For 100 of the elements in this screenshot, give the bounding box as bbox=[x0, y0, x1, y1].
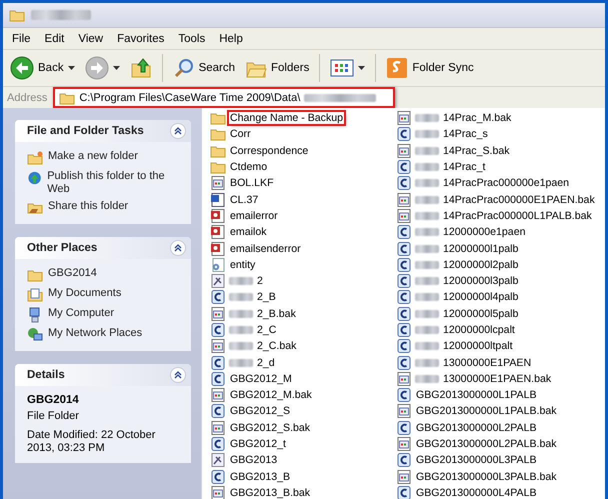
file-name[interactable]: 12000000e1paen bbox=[442, 226, 526, 238]
file-name[interactable]: 13000000E1PAEN.bak bbox=[442, 372, 552, 385]
file-name[interactable]: 14Prac_t bbox=[442, 161, 486, 174]
new-folder-icon bbox=[27, 150, 43, 166]
file-name[interactable]: GBG2012_t bbox=[229, 438, 287, 450]
file-name[interactable]: CL.37 bbox=[229, 194, 260, 206]
file-name[interactable]: GBG2013_B.bak bbox=[229, 486, 312, 499]
caret-icon bbox=[112, 66, 120, 70]
documents-folder-icon bbox=[27, 287, 43, 303]
file-name[interactable]: GBG2013000000L2PALB bbox=[415, 422, 538, 434]
file-name[interactable]: entity bbox=[229, 258, 256, 271]
file-name[interactable]: emailsenderror bbox=[229, 242, 302, 255]
c-file-icon bbox=[210, 468, 226, 485]
sync-button[interactable]: Folder Sync bbox=[383, 55, 477, 81]
file-name[interactable]: 14PracPrac000000e1paen bbox=[442, 177, 570, 190]
c-file-icon bbox=[210, 354, 226, 371]
file-name[interactable]: 12000000l1palb bbox=[442, 242, 520, 255]
task-link[interactable]: My Documents bbox=[27, 287, 183, 303]
c-file-icon bbox=[396, 159, 412, 176]
picture-file-icon bbox=[210, 224, 226, 240]
back-button[interactable]: Back bbox=[7, 54, 78, 82]
file-name[interactable]: Correspondence bbox=[229, 144, 310, 157]
c-file-icon bbox=[210, 436, 226, 452]
task-link[interactable]: GBG2014 bbox=[27, 267, 183, 283]
file-name[interactable]: 12000000lcpalt bbox=[442, 324, 516, 336]
collapse-button[interactable] bbox=[170, 367, 186, 383]
globe-icon bbox=[27, 170, 42, 186]
file-name[interactable]: emailerror bbox=[229, 210, 279, 222]
task-link[interactable]: My Computer bbox=[27, 307, 183, 323]
task-link[interactable]: Publish this folder to the Web bbox=[27, 170, 183, 196]
file-name[interactable]: emailok bbox=[229, 226, 268, 238]
c-file-icon bbox=[396, 240, 412, 257]
menu-item[interactable]: Favorites bbox=[110, 30, 172, 46]
file-name[interactable]: 12000000l4palb bbox=[442, 291, 520, 304]
file-name[interactable]: 14PracPrac000000E1PAEN.bak bbox=[442, 194, 596, 206]
word-document-icon bbox=[210, 192, 226, 208]
c-file-icon bbox=[396, 126, 412, 142]
file-name[interactable]: GBG2013000000L2PALB.bak bbox=[415, 438, 558, 450]
folders-button[interactable]: Folders bbox=[242, 55, 312, 81]
collapse-button[interactable] bbox=[170, 123, 186, 139]
task-link[interactable]: My Network Places bbox=[27, 327, 183, 343]
file-name[interactable]: GBG2012_S bbox=[229, 405, 292, 418]
file-name[interactable]: 2_C.bak bbox=[256, 340, 298, 352]
address-field[interactable]: C:\Program Files\CaseWare Time 2009\Data\ bbox=[53, 87, 396, 108]
file-name[interactable]: 14Prac_s bbox=[442, 128, 489, 140]
search-button[interactable]: Search bbox=[170, 55, 238, 81]
file-name[interactable]: GBG2013 bbox=[229, 454, 278, 466]
file-name[interactable]: GBG2013000000L4PALB bbox=[415, 486, 538, 499]
file-name[interactable]: 2 bbox=[256, 275, 264, 288]
file-name[interactable]: 13000000E1PAEN bbox=[442, 356, 532, 369]
file-name[interactable]: 2_C bbox=[256, 324, 278, 336]
file-name[interactable]: 14PracPrac000000L1PALB.bak bbox=[442, 210, 593, 222]
menu-item[interactable]: File bbox=[5, 30, 38, 46]
file-name[interactable]: 2_B.bak bbox=[256, 308, 297, 320]
collapse-chevron-icon bbox=[174, 371, 182, 379]
menu-item[interactable]: Tools bbox=[171, 30, 212, 46]
file-name[interactable]: 2_d bbox=[256, 356, 276, 369]
file-name[interactable]: 12000000l5palb bbox=[442, 308, 520, 320]
file-name[interactable]: GBG2012_S.bak bbox=[229, 422, 312, 434]
task-link[interactable]: Make a new folder bbox=[27, 150, 183, 166]
file-name[interactable]: GBG2013_B bbox=[229, 470, 292, 483]
c-file-icon bbox=[396, 420, 412, 436]
file-name[interactable]: GBG2012_M.bak bbox=[229, 389, 313, 402]
file-name[interactable]: 14Prac_M.bak bbox=[442, 112, 512, 124]
folder-up-icon bbox=[130, 57, 152, 79]
file-name[interactable]: 2_B bbox=[256, 291, 277, 304]
collapse-button[interactable] bbox=[170, 240, 186, 256]
file-name[interactable]: GBG2012_M bbox=[229, 372, 293, 385]
window-file-icon bbox=[210, 420, 226, 436]
file-name[interactable]: 12000000l3palb bbox=[442, 275, 520, 288]
window-file-icon bbox=[396, 370, 412, 387]
file-name[interactable]: BOL.LKF bbox=[229, 177, 275, 190]
file-name[interactable]: GBG2013000000L3PALB bbox=[415, 454, 538, 466]
window-file-icon bbox=[210, 338, 226, 354]
c-file-icon bbox=[210, 403, 226, 420]
details-type: File Folder bbox=[27, 410, 80, 423]
gear-file-icon bbox=[210, 256, 226, 273]
window-file-icon bbox=[396, 142, 412, 159]
address-path: C:\Program Files\CaseWare Time 2009\Data\ bbox=[79, 92, 300, 104]
menu-item[interactable]: Edit bbox=[38, 30, 72, 46]
file-name[interactable]: Ctdemo bbox=[229, 161, 268, 174]
network-icon bbox=[27, 327, 43, 343]
file-name[interactable]: Change Name - Backup bbox=[229, 112, 344, 124]
menu-item[interactable]: Help bbox=[212, 30, 250, 46]
c-file-icon bbox=[396, 354, 412, 371]
file-name[interactable]: 12000000ltpalt bbox=[442, 340, 514, 352]
file-name[interactable]: GBG2013000000L1PALB.bak bbox=[415, 405, 558, 418]
window-file-icon bbox=[396, 468, 412, 485]
file-name[interactable]: GBG2013000000L3PALB.bak bbox=[415, 470, 558, 483]
window-file-icon bbox=[210, 306, 226, 322]
file-name[interactable]: 12000000l2palb bbox=[442, 258, 520, 271]
c-file-icon bbox=[396, 387, 412, 404]
file-name[interactable]: 14Prac_S.bak bbox=[442, 144, 511, 157]
menu-item[interactable]: View bbox=[71, 30, 110, 46]
c-file-icon bbox=[396, 224, 412, 240]
task-link[interactable]: Share this folder bbox=[27, 200, 183, 216]
satellite-file-icon bbox=[210, 452, 226, 468]
collapse-chevron-icon bbox=[174, 244, 182, 252]
file-name[interactable]: Corr bbox=[229, 128, 252, 140]
file-name[interactable]: GBG2013000000L1PALB bbox=[415, 389, 538, 402]
